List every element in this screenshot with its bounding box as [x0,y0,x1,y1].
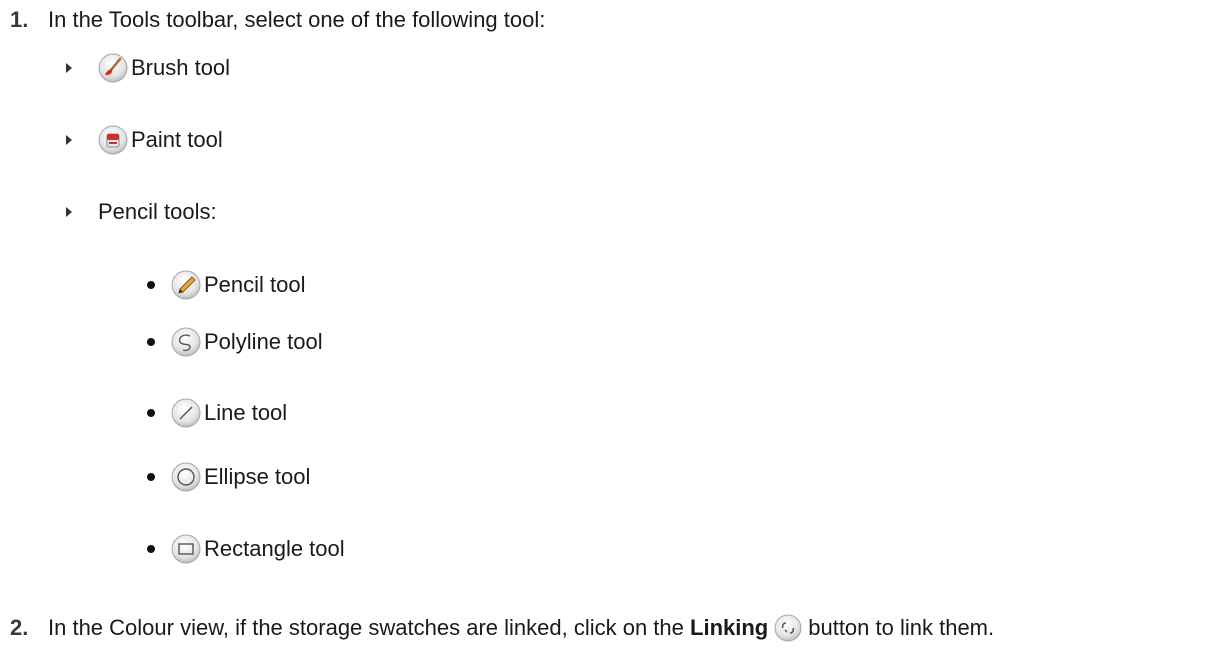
ellipse-icon [171,462,201,492]
step-number: 1. [10,7,29,32]
brush-icon [98,53,128,83]
bullet-arrow-icon [64,63,98,73]
list-item-label: Pencil tools: [98,199,217,224]
list-item-rectangle-tool: Rectangle tool [141,534,345,564]
bullet-dot-icon [141,473,171,481]
list-item-line-tool: Line tool [141,398,287,428]
step-2: 2. In the Colour view, if the storage sw… [10,614,994,642]
rectangle-icon [171,534,201,564]
list-item-brush-tool: Brush tool [64,53,230,83]
polyline-icon [171,327,201,357]
step-text: In the Tools toolbar, select one of the … [48,7,546,32]
step-1: 1. In the Tools toolbar, select one of t… [10,6,545,34]
list-item-pencil-tools: Pencil tools: [64,198,217,226]
list-item-paint-tool: Paint tool [64,125,223,155]
list-item-label: Line tool [204,400,288,425]
list-item-label: Ellipse tool [204,464,311,489]
bullet-dot-icon [141,409,171,417]
list-item-polyline-tool: Polyline tool [141,327,323,357]
bullet-dot-icon [141,281,171,289]
linking-label: Linking [690,615,769,640]
list-item-label: Paint tool [131,127,223,152]
bullet-arrow-icon [64,135,98,145]
step-text-after: button to link them. [808,615,995,640]
list-item-label: Polyline tool [204,329,323,354]
step-text-before: In the Colour view, if the storage swatc… [48,615,684,640]
list-item-ellipse-tool: Ellipse tool [141,462,310,492]
line-icon [171,398,201,428]
pencil-icon [171,270,201,300]
list-item-label: Brush tool [131,55,231,80]
paint-bucket-icon [98,125,128,155]
bullet-arrow-icon [64,207,98,217]
list-item-label: Rectangle tool [204,536,345,561]
list-item-label: Pencil tool [204,272,306,297]
step-number: 2. [10,615,29,640]
bullet-dot-icon [141,545,171,553]
list-item-pencil-tool: Pencil tool [141,270,306,300]
linking-icon [774,614,802,642]
bullet-dot-icon [141,338,171,346]
